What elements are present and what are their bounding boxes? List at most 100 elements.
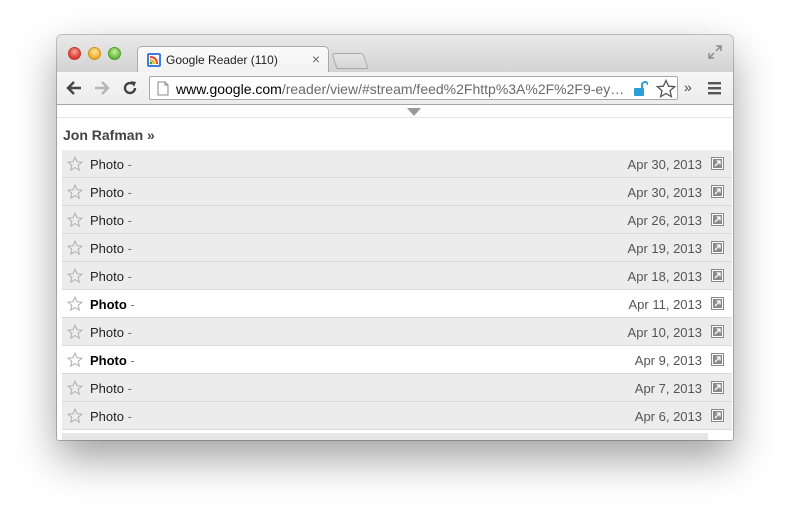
entry-snippet-separator: -: [123, 409, 132, 424]
entry-title[interactable]: Photo -: [90, 241, 132, 256]
entry-title-text: Photo: [90, 185, 124, 200]
entry-date: Apr 26, 2013: [627, 213, 702, 228]
entry-row[interactable]: Photo - Apr 7, 2013: [62, 374, 732, 402]
entry-title-text: Photo: [90, 381, 124, 396]
external-link-icon[interactable]: [711, 241, 724, 254]
entry-row[interactable]: Photo - Apr 26, 2013: [62, 206, 732, 234]
entry-row[interactable]: Photo - Apr 19, 2013: [62, 234, 732, 262]
star-icon[interactable]: [67, 156, 83, 172]
external-link-icon[interactable]: [711, 213, 724, 226]
entry-snippet-separator: -: [126, 353, 135, 368]
address-bar[interactable]: www.google.com/reader/view/#stream/feed%…: [149, 76, 678, 100]
entry-date: Apr 19, 2013: [627, 241, 702, 256]
extensions-overflow-button[interactable]: »: [684, 79, 692, 95]
header-divider: [57, 117, 733, 118]
entry-snippet-separator: -: [123, 157, 132, 172]
external-link-icon[interactable]: [711, 269, 724, 282]
entry-title[interactable]: Photo -: [90, 213, 132, 228]
entry-snippet-separator: -: [123, 381, 132, 396]
entry-title[interactable]: Photo -: [90, 185, 132, 200]
entry-row[interactable]: Photo - Apr 6, 2013: [62, 402, 732, 430]
url-path: /reader/view/#stream/feed%2Fhttp%3A%2F%2…: [281, 81, 625, 97]
entry-date: Apr 7, 2013: [634, 381, 702, 396]
close-window-button[interactable]: [68, 47, 81, 60]
entry-date: Apr 30, 2013: [627, 157, 702, 172]
hamburger-menu-icon[interactable]: [707, 80, 723, 96]
collapse-header-icon[interactable]: [407, 108, 421, 117]
external-link-icon[interactable]: [711, 297, 724, 310]
entry-row[interactable]: Photo - Apr 9, 2013: [62, 346, 732, 374]
star-icon[interactable]: [67, 296, 83, 312]
entry-row[interactable]: Photo - Apr 30, 2013: [62, 178, 732, 206]
star-icon[interactable]: [67, 240, 83, 256]
star-icon[interactable]: [67, 268, 83, 284]
forward-button[interactable]: [91, 78, 113, 98]
lock-open-icon[interactable]: [634, 81, 648, 97]
horizontal-scrollbar[interactable]: [62, 433, 708, 440]
entry-title-text: Photo: [90, 353, 127, 368]
entry-row[interactable]: Photo - Apr 10, 2013: [62, 318, 732, 346]
zoom-window-button[interactable]: [108, 47, 121, 60]
entry-title[interactable]: Photo -: [90, 157, 132, 172]
entry-snippet-separator: -: [123, 185, 132, 200]
entry-date: Apr 11, 2013: [628, 297, 702, 312]
entry-snippet-separator: -: [123, 325, 132, 340]
bookmark-star-icon[interactable]: [656, 79, 676, 99]
entry-snippet-separator: -: [123, 241, 132, 256]
entry-snippet-separator: -: [123, 269, 132, 284]
reload-icon: [123, 81, 137, 95]
star-icon[interactable]: [67, 408, 83, 424]
entry-title[interactable]: Photo -: [90, 381, 132, 396]
entry-row[interactable]: Photo - Apr 18, 2013: [62, 262, 732, 290]
star-icon[interactable]: [67, 184, 83, 200]
page-icon: [157, 81, 169, 96]
title-bar: Google Reader (110) ×: [57, 35, 733, 73]
entry-title-text: Photo: [90, 297, 127, 312]
feed-title[interactable]: Jon Rafman »: [63, 127, 155, 143]
tab-google-reader[interactable]: Google Reader (110) ×: [137, 46, 329, 73]
entry-row[interactable]: Photo - Apr 30, 2013: [62, 150, 732, 178]
fullscreen-icon[interactable]: [707, 44, 723, 60]
external-link-icon[interactable]: [711, 157, 724, 170]
reload-button[interactable]: [119, 78, 141, 98]
external-link-icon[interactable]: [711, 409, 724, 422]
reader-content: Jon Rafman » Photo - Apr 30, 2013 Photo - A…: [57, 106, 733, 440]
browser-toolbar: www.google.com/reader/view/#stream/feed%…: [57, 72, 733, 105]
entry-title-text: Photo: [90, 269, 124, 284]
external-link-icon[interactable]: [711, 381, 724, 394]
url-host: www.google.com: [176, 81, 282, 97]
external-link-icon[interactable]: [711, 325, 724, 338]
star-icon[interactable]: [67, 324, 83, 340]
entry-title[interactable]: Photo -: [90, 353, 135, 368]
entry-title-text: Photo: [90, 409, 124, 424]
entry-date: Apr 6, 2013: [634, 409, 702, 424]
entry-title[interactable]: Photo -: [90, 409, 132, 424]
minimize-window-button[interactable]: [88, 47, 101, 60]
entry-date: Apr 18, 2013: [627, 269, 702, 284]
external-link-icon[interactable]: [711, 185, 724, 198]
entry-snippet-separator: -: [123, 213, 132, 228]
entry-row[interactable]: Photo - Apr 11, 2013: [62, 290, 732, 318]
entry-date: Apr 10, 2013: [627, 325, 702, 340]
browser-window: Google Reader (110) × www.google.com/rea…: [57, 35, 733, 440]
star-icon[interactable]: [67, 380, 83, 396]
entry-title[interactable]: Photo -: [90, 325, 132, 340]
external-link-icon[interactable]: [711, 353, 724, 366]
entry-title[interactable]: Photo -: [90, 297, 135, 312]
back-button[interactable]: [63, 78, 85, 98]
entry-title-text: Photo: [90, 241, 124, 256]
entry-title-text: Photo: [90, 213, 124, 228]
entry-title-text: Photo: [90, 157, 124, 172]
tab-close-icon[interactable]: ×: [312, 51, 320, 67]
entry-snippet-separator: -: [126, 297, 135, 312]
entry-list: Photo - Apr 30, 2013 Photo - Apr 30, 2013 Ph…: [62, 150, 732, 430]
star-icon[interactable]: [67, 352, 83, 368]
star-icon[interactable]: [67, 212, 83, 228]
url-text[interactable]: www.google.com/reader/view/#stream/feed%…: [176, 81, 628, 97]
back-arrow-icon: [66, 81, 81, 95]
tab-title: Google Reader (110): [166, 53, 278, 67]
entry-date: Apr 30, 2013: [627, 185, 702, 200]
entry-title-text: Photo: [90, 325, 124, 340]
entry-title[interactable]: Photo -: [90, 269, 132, 284]
new-tab-button[interactable]: [331, 53, 369, 69]
